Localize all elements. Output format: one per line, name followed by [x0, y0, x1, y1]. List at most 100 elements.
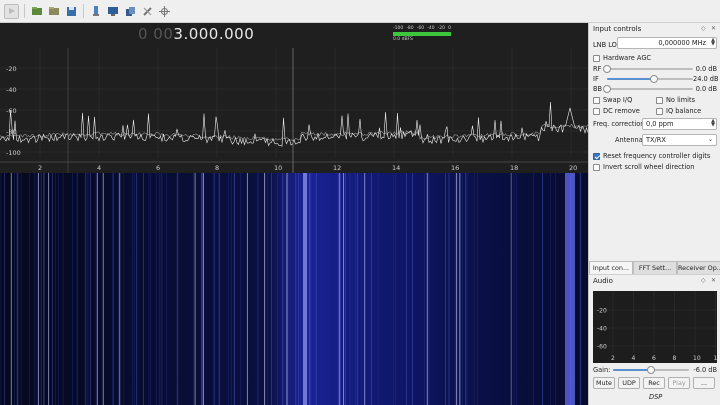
- signal-meter-tick: -100: [393, 26, 404, 31]
- frequency-digits[interactable]: 3.000.000: [173, 25, 254, 43]
- slider-knob[interactable]: [603, 85, 611, 93]
- dock-close-icon[interactable]: ✕: [711, 277, 716, 284]
- audio-fft-plot[interactable]: -20 -40 -60 2 4 6 8 10 1: [593, 291, 717, 363]
- dock-float-icon[interactable]: ◇: [701, 25, 706, 32]
- spectrum-y-tick-label: -100: [6, 149, 21, 157]
- dock-tabs: Input con... FFT Sett... Receiver Op...: [589, 261, 720, 275]
- audio-y-tick-label: -20: [597, 308, 607, 315]
- panel-divider: [589, 274, 720, 275]
- spectrum-y-tick-label: -60: [6, 107, 17, 115]
- waterfall-carrier: [303, 173, 307, 405]
- remote-control-icon[interactable]: [106, 4, 120, 18]
- bb-value: 0.0 dB: [695, 85, 717, 93]
- iq-balance-label: IQ balance: [666, 107, 702, 115]
- frequency-readout[interactable]: 0 003.000.000: [138, 25, 254, 43]
- save-icon[interactable]: [64, 4, 78, 18]
- antenna-label: Antenna: [615, 136, 643, 144]
- if-gain-slider[interactable]: [607, 75, 693, 83]
- play-button[interactable]: Play: [668, 377, 690, 389]
- dc-remove-checkbox[interactable]: [593, 108, 600, 115]
- slider-knob[interactable]: [650, 75, 659, 83]
- dc-remove-label: DC remove: [603, 107, 640, 115]
- slider-knob[interactable]: [647, 366, 655, 374]
- swap-iq-checkbox[interactable]: [593, 97, 600, 104]
- antenna-value: TX/RX: [646, 136, 666, 144]
- open-folder-icon[interactable]: [47, 4, 61, 18]
- audio-x-tick-label: 1: [714, 355, 718, 362]
- bb-label: BB: [593, 85, 603, 93]
- rf-gain-slider[interactable]: [603, 65, 693, 73]
- spin-arrows-icon[interactable]: ▲ ▼: [711, 38, 715, 47]
- invert-scroll-label: Invert scroll wheel direction: [603, 163, 695, 171]
- open-file-icon[interactable]: [30, 4, 44, 18]
- signal-meter-tick: -20: [437, 26, 446, 31]
- spectrum-x-tick-label: 4: [97, 164, 101, 172]
- frequency-leading-digits[interactable]: 0 00: [138, 25, 173, 43]
- more-button[interactable]: ...: [693, 377, 715, 389]
- tools-icon[interactable]: [140, 4, 154, 18]
- dsp-footer: DSP: [649, 393, 663, 401]
- udp-button[interactable]: UDP: [618, 377, 640, 389]
- start-dsp-icon[interactable]: [4, 3, 19, 19]
- spectrum-trace: [0, 101, 588, 147]
- audio-gain-slider[interactable]: [613, 366, 689, 374]
- spectrum-y-tick-label: -40: [6, 86, 17, 94]
- spin-arrows-icon[interactable]: ▲ ▼: [711, 119, 715, 128]
- antenna-select[interactable]: TX/RX ⌄: [642, 134, 717, 146]
- tab-input-controls[interactable]: Input con...: [589, 261, 633, 275]
- spectrum-x-tick-label: 10: [274, 164, 282, 172]
- spectrum-plot[interactable]: -20-40-60-80-100 2 4 6 8 10 12 14 16 18 20: [0, 23, 588, 405]
- iq-balance-checkbox[interactable]: [656, 108, 663, 115]
- reset-freq-digits-checkbox[interactable]: [593, 153, 600, 160]
- spectrum-x-tick-label: 14: [392, 164, 400, 172]
- spectrum-y-tick-label: -80: [6, 128, 17, 136]
- freq-correction-label: Freq. correction: [593, 120, 645, 128]
- device-config-icon[interactable]: [89, 4, 103, 18]
- spectrum-x-tick-label: 2: [38, 164, 42, 172]
- tab-fft-settings[interactable]: FFT Sett...: [633, 261, 677, 275]
- hardware-agc-checkbox[interactable]: [593, 55, 600, 62]
- slider-knob[interactable]: [603, 65, 611, 73]
- gain-label: Gain:: [593, 366, 611, 374]
- chevron-down-icon[interactable]: ⌄: [708, 136, 713, 143]
- audio-x-tick-label: 10: [693, 355, 701, 362]
- main-toolbar: [0, 0, 720, 23]
- copy-icon[interactable]: [123, 4, 137, 18]
- bb-gain-slider[interactable]: [603, 85, 693, 93]
- dock-float-icon[interactable]: ◇: [701, 277, 706, 284]
- signal-meter-tick: -60: [416, 26, 425, 31]
- freq-correction-field[interactable]: 0,0 ppm ▲ ▼: [642, 118, 717, 130]
- tab-receiver-options[interactable]: Receiver Op...: [677, 261, 720, 275]
- no-limits-checkbox[interactable]: [656, 97, 663, 104]
- signal-meter-tick: -80: [406, 26, 414, 31]
- mute-button[interactable]: Mute: [593, 377, 615, 389]
- reset-freq-digits-label: Reset frequency controller digits: [603, 152, 711, 160]
- signal-meter: -100 -80 -60 -40 -20 0 0.0 dBFS: [393, 26, 451, 42]
- if-value: 24.0 dB: [693, 75, 719, 83]
- dock-close-icon[interactable]: ✕: [711, 25, 716, 32]
- lnb-lo-label: LNB LO: [593, 41, 617, 49]
- lnb-lo-field[interactable]: 0,000000 MHz ▲ ▼: [617, 37, 717, 49]
- invert-scroll-checkbox[interactable]: [593, 164, 600, 171]
- spectrum-x-tick-label: 18: [510, 164, 518, 172]
- input-controls-title: Input controls: [593, 25, 642, 33]
- spectrum-x-tick-label: 20: [569, 164, 577, 172]
- crosshair-icon[interactable]: [157, 4, 171, 18]
- rec-button[interactable]: Rec: [643, 377, 665, 389]
- right-dock-panel: Input controls ◇ ✕ LNB LO 0,000000 MHz ▲…: [588, 23, 720, 405]
- lnb-lo-value: 0,000000 MHz: [658, 39, 706, 47]
- audio-x-tick-label: 4: [632, 355, 636, 362]
- spectrum-x-tick-label: 12: [333, 164, 341, 172]
- audio-y-tick-label: -40: [597, 326, 607, 333]
- spectrum-x-tick-label: 6: [156, 164, 160, 172]
- swap-iq-label: Swap I/Q: [603, 96, 633, 104]
- hardware-agc-label: Hardware AGC: [603, 54, 652, 62]
- signal-meter-tick: -40: [427, 26, 435, 31]
- audio-x-tick-label: 2: [611, 355, 615, 362]
- spectrum-y-tick-label: -20: [6, 65, 17, 73]
- spectrum-waterfall-area[interactable]: -20 -40 -60 -80 -100 2 4 6 8 10 12 14 16 18 20 0 003.…: [0, 23, 588, 405]
- toolbar-separator: [83, 4, 84, 18]
- no-limits-label: No limits: [666, 96, 696, 104]
- if-label: IF: [593, 75, 599, 83]
- spectrum-x-tick-label: 16: [451, 164, 459, 172]
